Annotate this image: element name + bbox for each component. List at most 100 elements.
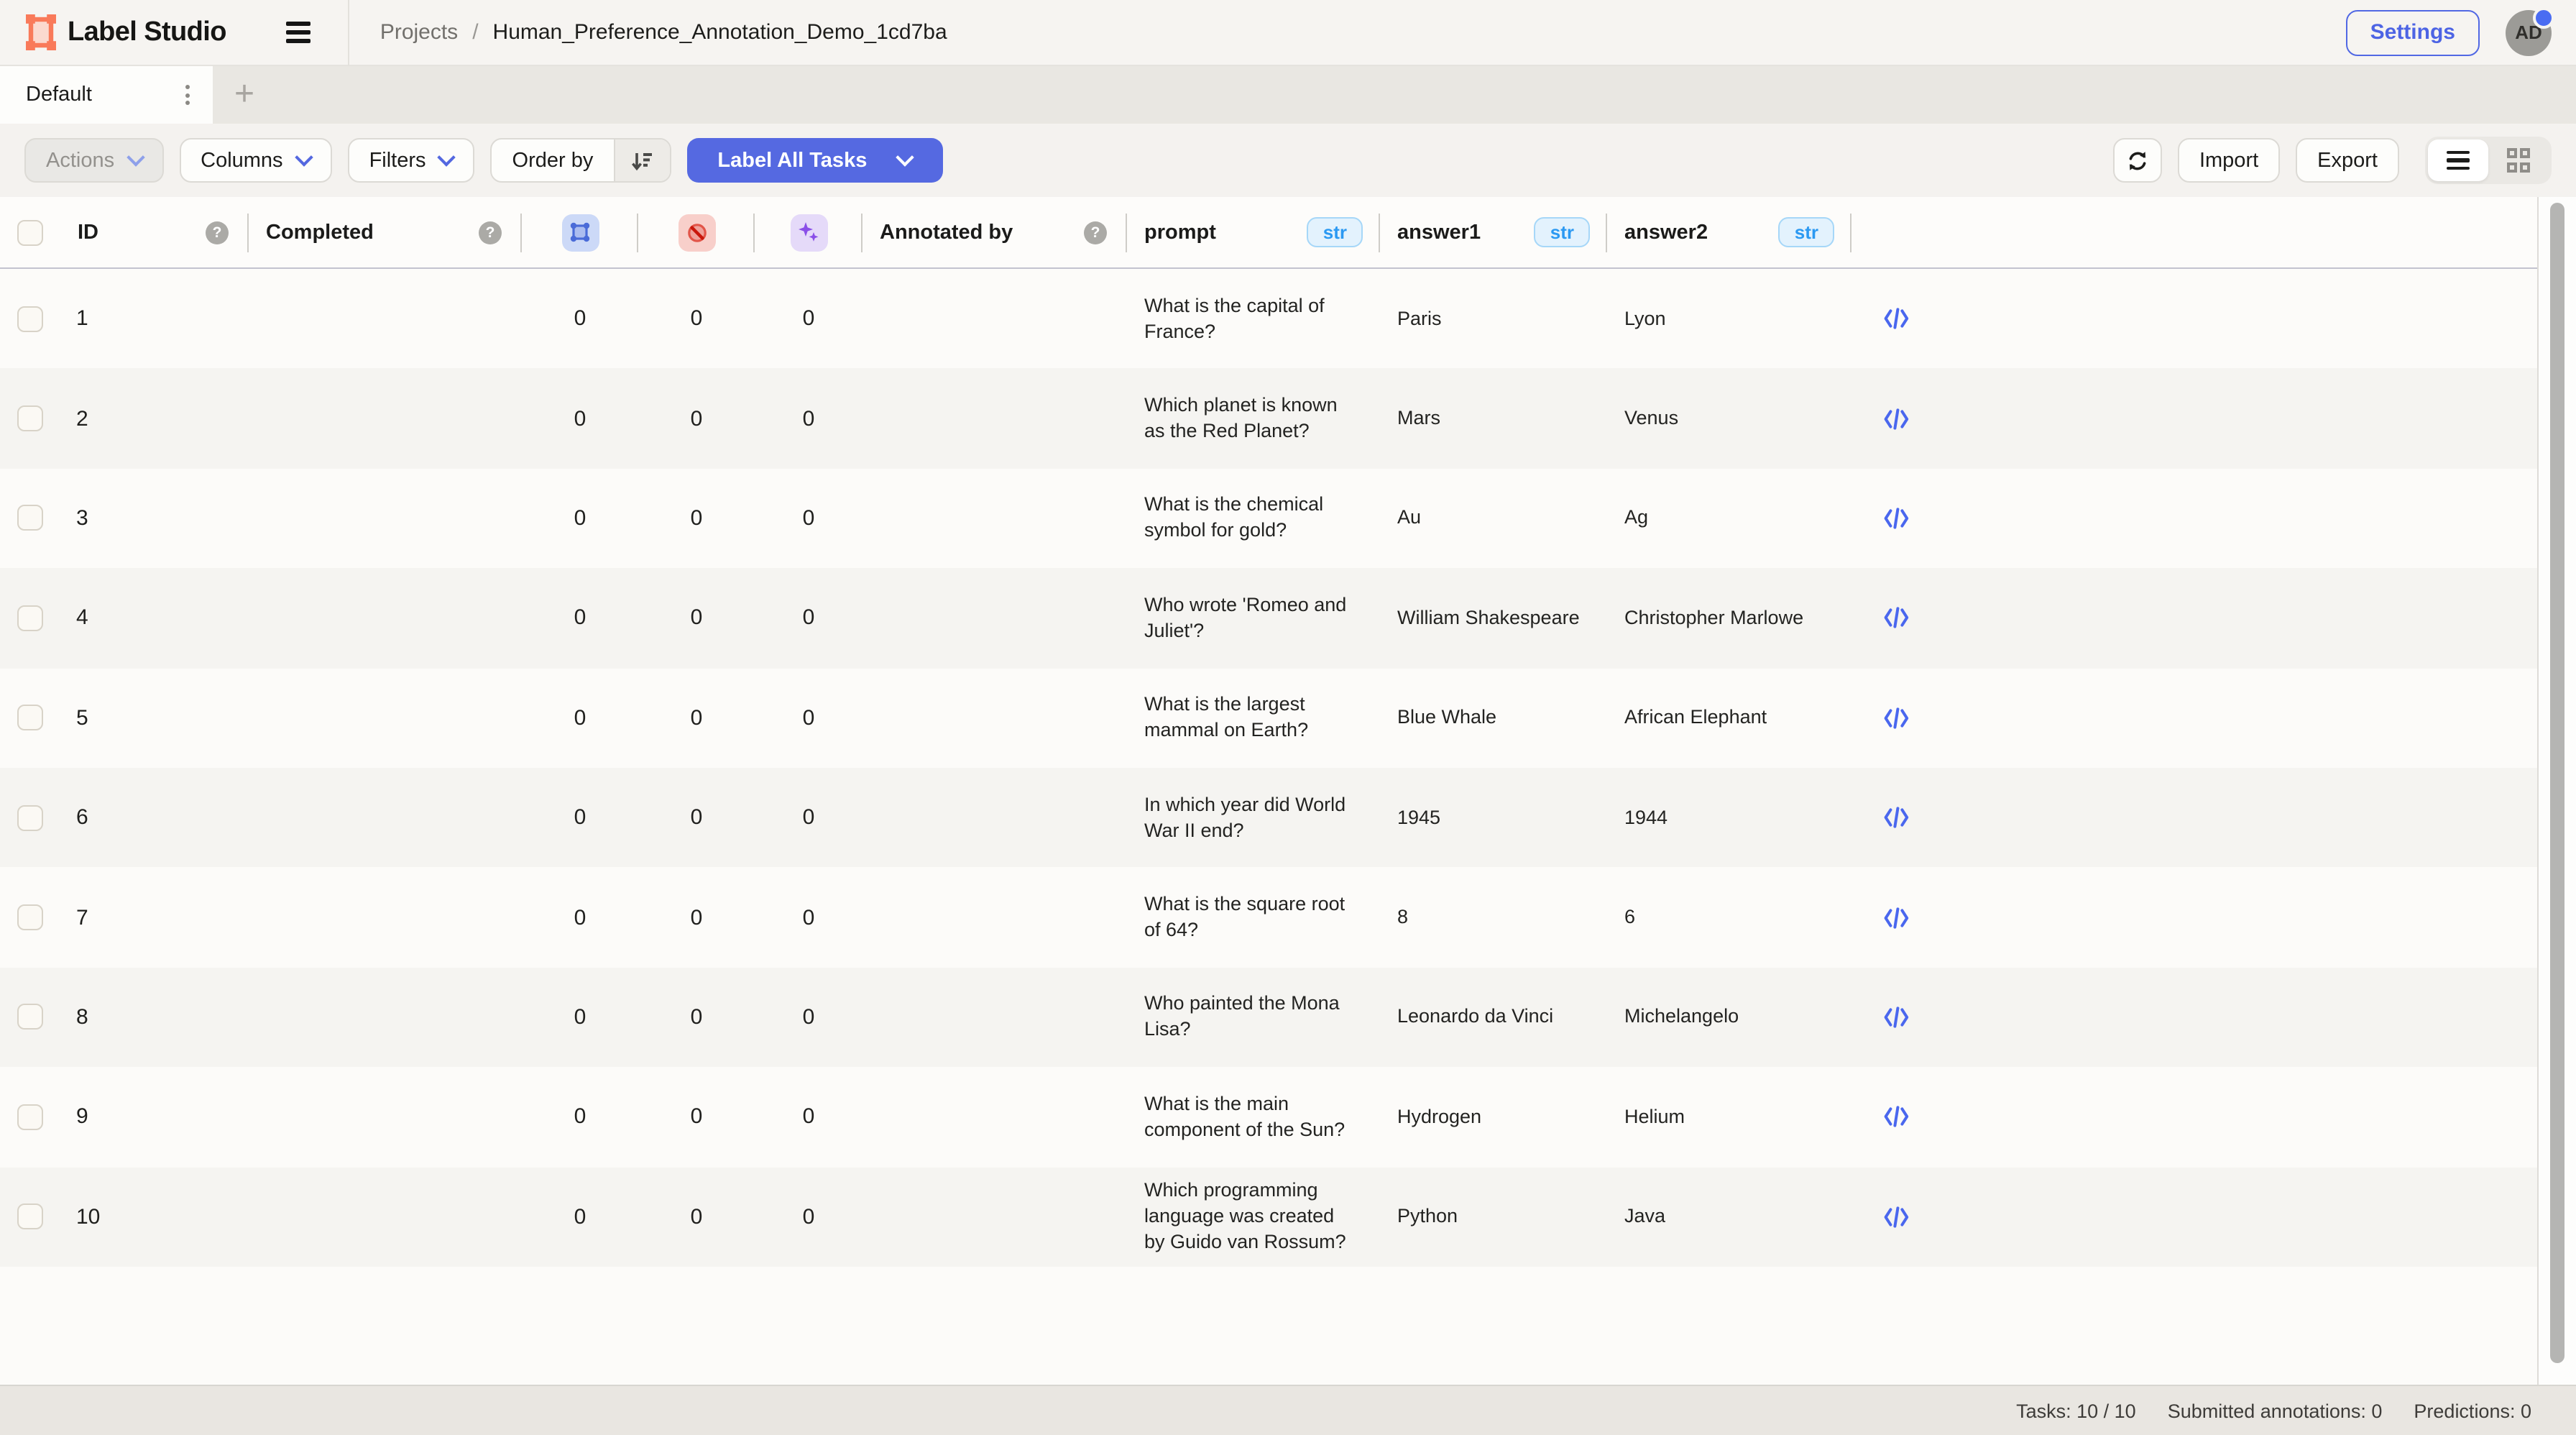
tab-options-kebab-icon[interactable] bbox=[181, 79, 194, 110]
row-checkbox[interactable] bbox=[17, 1104, 43, 1130]
row-source-button[interactable] bbox=[1852, 608, 1941, 629]
help-icon[interactable]: ? bbox=[1084, 221, 1107, 244]
chevron-down-icon bbox=[438, 148, 456, 166]
user-avatar[interactable]: AD bbox=[2506, 9, 2552, 55]
select-all-checkbox[interactable] bbox=[17, 219, 43, 245]
table-row[interactable]: 9000What is the main component of the Su… bbox=[0, 1067, 2537, 1167]
header-answer1-column[interactable]: answer1 str bbox=[1380, 197, 1607, 267]
filters-button[interactable]: Filters bbox=[348, 138, 475, 183]
row-checkbox[interactable] bbox=[17, 306, 43, 331]
row-source-button[interactable] bbox=[1852, 1106, 1941, 1128]
row-checkbox[interactable] bbox=[17, 605, 43, 631]
table-body: 1000What is the capital of France?ParisL… bbox=[0, 269, 2576, 1267]
table-row[interactable]: 3000What is the chemical symbol for gold… bbox=[0, 469, 2537, 569]
row-checkbox[interactable] bbox=[17, 1204, 43, 1229]
predictions-sparkles-icon bbox=[790, 214, 827, 251]
scrollbar-thumb[interactable] bbox=[2550, 203, 2564, 1363]
table-row[interactable]: 5000What is the largest mammal on Earth?… bbox=[0, 668, 2537, 768]
row-annotations-count: 0 bbox=[522, 406, 638, 431]
code-icon bbox=[1883, 408, 1909, 429]
row-prompt: What is the chemical symbol for gold? bbox=[1127, 492, 1380, 544]
header-completed-column[interactable]: Completed ? bbox=[249, 197, 522, 267]
breadcrumb-separator: / bbox=[472, 20, 478, 45]
grid-view-button[interactable] bbox=[2488, 139, 2549, 181]
row-source-button[interactable] bbox=[1852, 308, 1941, 329]
table-row[interactable]: 4000Who wrote 'Romeo and Juliet'?William… bbox=[0, 568, 2537, 668]
export-label: Export bbox=[2317, 149, 2378, 172]
sparkles-icon bbox=[798, 221, 819, 243]
row-prompt: In which year did World War II end? bbox=[1127, 792, 1380, 843]
row-checkbox[interactable] bbox=[17, 904, 43, 930]
actions-button[interactable]: Actions bbox=[24, 138, 163, 183]
help-icon[interactable]: ? bbox=[479, 221, 502, 244]
header-predictions-column[interactable] bbox=[755, 197, 862, 267]
row-prompt: Who painted the Mona Lisa? bbox=[1127, 991, 1380, 1043]
row-annotations-count: 0 bbox=[522, 706, 638, 730]
row-checkbox[interactable] bbox=[17, 405, 43, 431]
filters-label: Filters bbox=[369, 149, 426, 172]
tab-default[interactable]: Default bbox=[0, 66, 213, 124]
add-tab-button[interactable]: + bbox=[213, 66, 276, 124]
order-by-button[interactable]: Order by bbox=[491, 138, 671, 183]
table-row[interactable]: 7000What is the square root of 64?86 bbox=[0, 868, 2537, 968]
sort-direction-button[interactable] bbox=[613, 139, 669, 181]
table-row[interactable]: 2000Which planet is known as the Red Pla… bbox=[0, 369, 2537, 469]
export-button[interactable]: Export bbox=[2296, 138, 2399, 183]
row-answer1: Blue Whale bbox=[1380, 705, 1607, 731]
row-annotations-count: 0 bbox=[522, 805, 638, 830]
row-prompt: Which planet is known as the Red Planet? bbox=[1127, 393, 1380, 444]
header-annotations-column[interactable] bbox=[522, 197, 638, 267]
row-answer1: Hydrogen bbox=[1380, 1104, 1607, 1130]
row-predictions-count: 0 bbox=[755, 506, 862, 531]
table-row[interactable]: 10000Which programming language was crea… bbox=[0, 1167, 2537, 1267]
row-answer2: Lyon bbox=[1607, 306, 1852, 331]
row-id: 6 bbox=[60, 805, 249, 830]
row-checkbox[interactable] bbox=[17, 804, 43, 830]
header-annotated-by-column[interactable]: Annotated by ? bbox=[862, 197, 1127, 267]
row-source-button[interactable] bbox=[1852, 408, 1941, 429]
row-answer1: Paris bbox=[1380, 306, 1607, 331]
row-checkbox[interactable] bbox=[17, 1004, 43, 1030]
row-cancelled-count: 0 bbox=[638, 805, 755, 830]
row-source-button[interactable] bbox=[1852, 508, 1941, 529]
str-type-badge: str bbox=[1535, 217, 1590, 247]
header-answer2-column[interactable]: answer2 str bbox=[1607, 197, 1852, 267]
row-checkbox[interactable] bbox=[17, 505, 43, 531]
table-row[interactable]: 6000In which year did World War II end?1… bbox=[0, 768, 2537, 868]
menu-hamburger-icon[interactable] bbox=[281, 16, 317, 48]
row-id: 2 bbox=[60, 406, 249, 431]
row-source-button[interactable] bbox=[1852, 707, 1941, 729]
id-column-label: ID bbox=[60, 221, 98, 244]
row-annotations-count: 0 bbox=[522, 506, 638, 531]
columns-button[interactable]: Columns bbox=[179, 138, 331, 183]
row-checkbox[interactable] bbox=[17, 705, 43, 731]
settings-button[interactable]: Settings bbox=[2346, 9, 2480, 55]
sort-descending-icon bbox=[630, 149, 653, 172]
row-cancelled-count: 0 bbox=[638, 1005, 755, 1030]
str-type-badge: str bbox=[1779, 217, 1834, 247]
row-annotations-count: 0 bbox=[522, 1105, 638, 1129]
row-source-button[interactable] bbox=[1852, 807, 1941, 828]
row-predictions-count: 0 bbox=[755, 606, 862, 631]
list-view-button[interactable] bbox=[2428, 139, 2488, 181]
header-prompt-column[interactable]: prompt str bbox=[1127, 197, 1380, 267]
help-icon[interactable]: ? bbox=[206, 221, 229, 244]
table-row[interactable]: 1000What is the capital of France?ParisL… bbox=[0, 269, 2537, 369]
row-cancelled-count: 0 bbox=[638, 306, 755, 331]
row-cancelled-count: 0 bbox=[638, 606, 755, 631]
header-cancelled-column[interactable] bbox=[638, 197, 755, 267]
label-studio-logo[interactable]: Label Studio bbox=[24, 13, 226, 52]
header-id-column[interactable]: ID ? bbox=[60, 197, 249, 267]
answer2-column-label: answer2 bbox=[1607, 221, 1708, 244]
refresh-button[interactable] bbox=[2113, 138, 2162, 183]
bounding-box-icon bbox=[569, 221, 591, 243]
row-source-button[interactable] bbox=[1852, 1206, 1941, 1227]
cancelled-count-icon bbox=[678, 214, 715, 251]
row-source-button[interactable] bbox=[1852, 907, 1941, 928]
row-annotations-count: 0 bbox=[522, 905, 638, 930]
label-all-tasks-button[interactable]: Label All Tasks bbox=[686, 138, 942, 183]
table-row[interactable]: 8000Who painted the Mona Lisa?Leonardo d… bbox=[0, 967, 2537, 1067]
breadcrumb-projects-link[interactable]: Projects bbox=[380, 20, 458, 45]
import-button[interactable]: Import bbox=[2178, 138, 2280, 183]
row-source-button[interactable] bbox=[1852, 1007, 1941, 1028]
